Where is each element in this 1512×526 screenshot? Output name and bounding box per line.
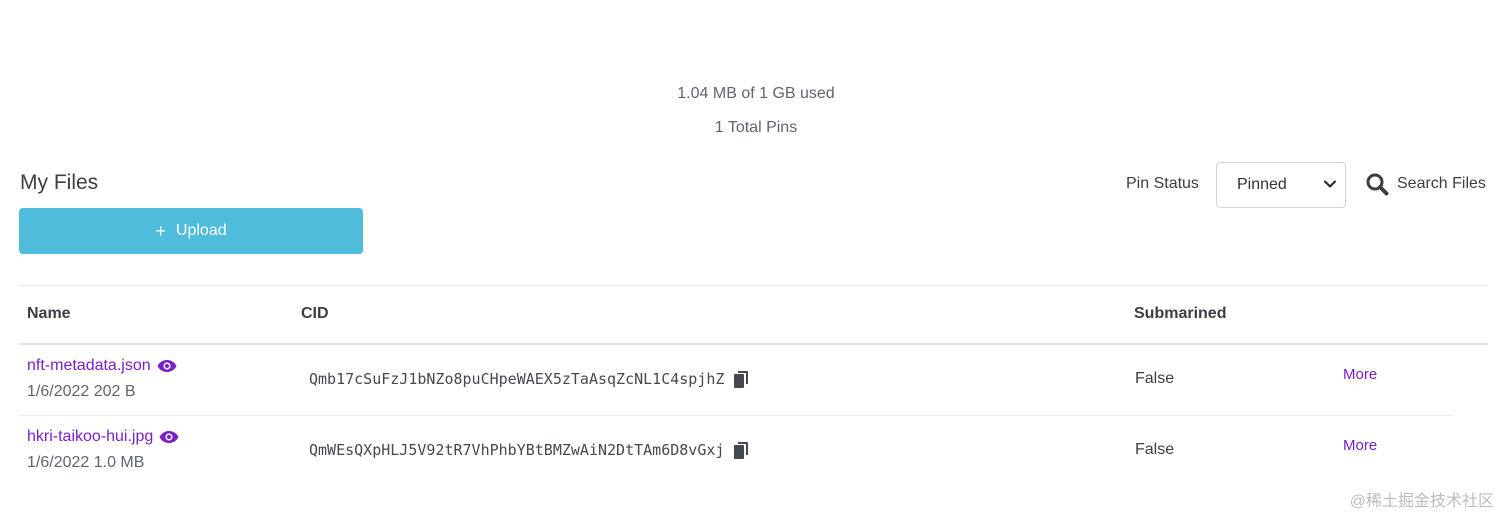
chevron-down-icon (1324, 180, 1336, 188)
pin-status-value: Pinned (1237, 176, 1287, 193)
search-files-label: Search Files (1397, 175, 1486, 192)
page-title: My Files (20, 171, 99, 194)
storage-used: 1.04 MB of 1 GB used (677, 85, 835, 102)
copy-icon[interactable] (734, 370, 749, 388)
cid-value: QmWEsQXpHLJ5V92tR7VhPhbYBtBMZwAiN2DtTAm6… (309, 441, 725, 459)
table-top-divider (19, 285, 1488, 286)
file-meta: 1/6/2022 1.0 MB (27, 454, 145, 471)
upload-label: Upload (175, 222, 227, 239)
submarined-value: False (1135, 441, 1175, 458)
more-link[interactable]: More (1343, 437, 1377, 454)
file-name: nft-metadata.json (27, 357, 151, 374)
column-header-submarined: Submarined (1134, 305, 1227, 322)
more-link[interactable]: More (1343, 366, 1377, 383)
file-name: hkri-taikoo-hui.jpg (27, 428, 154, 445)
column-header-cid: CID (301, 305, 329, 322)
file-name-link[interactable]: hkri-taikoo-hui.jpg (27, 428, 179, 446)
plus-icon: + (155, 220, 166, 241)
eye-icon[interactable] (157, 359, 177, 373)
file-name-link[interactable]: nft-metadata.json (27, 357, 177, 375)
watermark: @稀土掘金技术社区 (1349, 493, 1494, 510)
search-files-button[interactable]: Search Files (1365, 172, 1486, 196)
cid-cell: Qmb17cSuFzJ1bNZo8puCHpeWAEX5zTaAsqZcNL1C… (309, 370, 749, 388)
eye-icon[interactable] (159, 430, 179, 444)
cid-cell: QmWEsQXpHLJ5V92tR7VhPhbYBtBMZwAiN2DtTAm6… (309, 441, 749, 459)
row-divider (19, 415, 1453, 416)
pin-status-select[interactable]: Pinned (1216, 162, 1346, 208)
upload-button[interactable]: + Upload (19, 208, 363, 254)
copy-icon[interactable] (734, 441, 749, 459)
table-header-divider (19, 343, 1488, 345)
file-meta: 1/6/2022 202 B (27, 383, 136, 400)
column-header-name: Name (27, 305, 71, 322)
submarined-value: False (1135, 370, 1175, 387)
cid-value: Qmb17cSuFzJ1bNZo8puCHpeWAEX5zTaAsqZcNL1C… (309, 370, 725, 388)
search-icon (1366, 173, 1389, 196)
total-pins: 1 Total Pins (714, 119, 798, 136)
pin-status-label: Pin Status (1126, 175, 1199, 192)
